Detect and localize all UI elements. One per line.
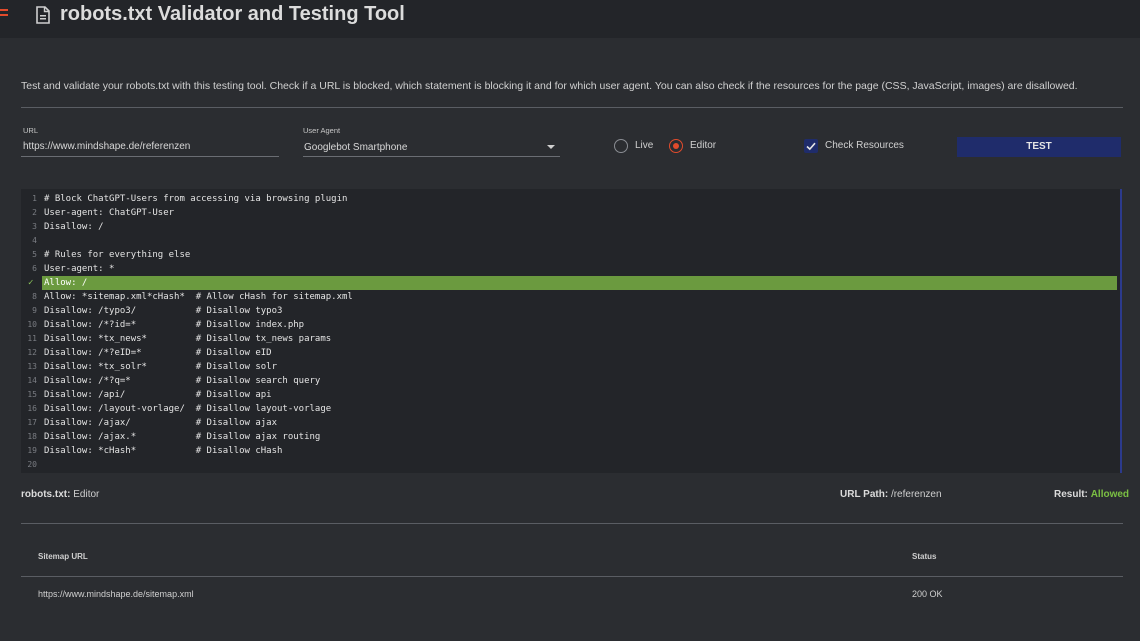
robots-source-value: Editor xyxy=(73,489,100,500)
line-number: 16 xyxy=(27,404,37,413)
editor-line[interactable]: 4 xyxy=(21,234,1120,248)
line-number: 13 xyxy=(27,362,37,371)
editor-line[interactable]: 10 Disallow: /*?id=* # Disallow index.php xyxy=(21,318,1120,332)
sitemap-url-cell[interactable]: https://www.mindshape.de/sitemap.xml xyxy=(38,589,194,599)
url-path-value: /referenzen xyxy=(890,489,942,500)
editor-line[interactable]: 5 # Rules for everything else xyxy=(21,248,1120,262)
top-bar: robots.txt Validator and Testing Tool xyxy=(0,0,1140,38)
test-result: Result: Allowed xyxy=(1054,489,1129,500)
url-input[interactable]: https://www.mindshape.de/referenzen xyxy=(23,141,190,152)
line-number: 15 xyxy=(27,390,37,399)
editor-line[interactable]: 18 Disallow: /ajax.* # Disallow ajax rout… xyxy=(21,430,1120,444)
editor-line[interactable]: 17 Disallow: /ajax/ # Disallow ajax xyxy=(21,416,1120,430)
page-title: robots.txt Validator and Testing Tool xyxy=(60,3,405,25)
user-agent-label: User Agent xyxy=(303,126,341,135)
line-number: 11 xyxy=(27,334,37,343)
line-number: 12 xyxy=(27,348,37,357)
line-code[interactable]: Allow: *sitemap.xml*cHash* # Allow cHash… xyxy=(44,290,353,304)
radio-live[interactable] xyxy=(614,139,628,153)
menu-icon[interactable] xyxy=(0,9,8,21)
line-number: 3 xyxy=(32,222,37,231)
robots-txt-editor[interactable]: 1 # Block ChatGPT-Users from accessing vi… xyxy=(21,189,1122,473)
line-number: 18 xyxy=(27,432,37,441)
editor-line[interactable]: 19 Disallow: *cHash* # Disallow cHash xyxy=(21,444,1120,458)
column-header-sitemap-url: Sitemap URL xyxy=(38,552,88,561)
editor-line[interactable]: 13 Disallow: *tx_solr* # Disallow solr xyxy=(21,360,1120,374)
line-number: 20 xyxy=(27,460,37,469)
url-path: URL Path: /referenzen xyxy=(840,489,942,500)
column-header-status: Status xyxy=(912,552,937,561)
line-number: 1 xyxy=(32,194,37,203)
test-result-label: Result: xyxy=(1054,489,1088,500)
editor-line[interactable]: ✓ Allow: / xyxy=(21,276,1120,290)
line-code[interactable]: User-agent: ChatGPT-User xyxy=(44,206,174,220)
line-number: 8 xyxy=(32,292,37,301)
page-description: Test and validate your robots.txt with t… xyxy=(21,80,1078,92)
line-number: 17 xyxy=(27,418,37,427)
editor-line[interactable]: 2 User-agent: ChatGPT-User xyxy=(21,206,1120,220)
line-code[interactable]: User-agent: * xyxy=(44,262,114,276)
user-agent-select[interactable]: Googlebot Smartphone xyxy=(304,142,407,153)
table-header-divider xyxy=(21,576,1123,577)
robots-source: robots.txt: Editor xyxy=(21,489,99,500)
line-number: 2 xyxy=(32,208,37,217)
url-input-underline xyxy=(21,156,279,157)
editor-line[interactable]: 3 Disallow: / xyxy=(21,220,1120,234)
radio-editor[interactable] xyxy=(669,139,683,153)
url-path-label: URL Path: xyxy=(840,489,889,500)
line-number: 19 xyxy=(27,446,37,455)
divider xyxy=(21,523,1123,524)
line-number: 6 xyxy=(32,264,37,273)
robots-source-label: robots.txt: xyxy=(21,489,71,500)
divider xyxy=(21,107,1123,108)
line-number: 10 xyxy=(27,320,37,329)
editor-line[interactable]: 11 Disallow: *tx_news* # Disallow tx_news… xyxy=(21,332,1120,346)
radio-live-label[interactable]: Live xyxy=(635,140,653,151)
editor-line[interactable]: 8 Allow: *sitemap.xml*cHash* # Allow cHas… xyxy=(21,290,1120,304)
editor-line[interactable]: 1 # Block ChatGPT-Users from accessing vi… xyxy=(21,192,1120,206)
line-code[interactable]: Disallow: /ajax.* # Disallow ajax routin… xyxy=(44,430,320,444)
radio-editor-label[interactable]: Editor xyxy=(690,140,716,151)
check-resources-checkbox[interactable] xyxy=(804,139,818,153)
line-code[interactable]: # Rules for everything else xyxy=(44,248,190,262)
line-code[interactable]: Disallow: /layout-vorlage/ # Disallow la… xyxy=(44,402,331,416)
line-code[interactable]: Disallow: /*?q=* # Disallow search query xyxy=(44,374,320,388)
test-button[interactable]: TEST xyxy=(957,137,1121,157)
line-code[interactable]: Disallow: /*?eID=* # Disallow eID xyxy=(44,346,272,360)
status-badge: Allowed xyxy=(1090,489,1130,500)
chevron-down-icon[interactable] xyxy=(547,145,555,149)
line-number: 14 xyxy=(27,376,37,385)
editor-line[interactable]: 6 User-agent: * xyxy=(21,262,1120,276)
editor-line[interactable]: 14 Disallow: /*?q=* # Disallow search que… xyxy=(21,374,1120,388)
file-icon xyxy=(36,6,50,24)
line-number: 5 xyxy=(32,250,37,259)
sitemap-status-cell: 200 OK xyxy=(912,589,943,599)
check-resources-label[interactable]: Check Resources xyxy=(825,140,904,151)
line-code[interactable]: Disallow: *cHash* # Disallow cHash xyxy=(44,444,282,458)
line-code[interactable]: Disallow: / xyxy=(44,220,104,234)
line-code[interactable]: Disallow: /*?id=* # Disallow index.php xyxy=(44,318,304,332)
line-code[interactable]: Disallow: *tx_solr* # Disallow solr xyxy=(44,360,277,374)
editor-line[interactable]: 12 Disallow: /*?eID=* # Disallow eID xyxy=(21,346,1120,360)
line-code[interactable]: Disallow: /ajax/ # Disallow ajax xyxy=(44,416,277,430)
checkmark-icon xyxy=(806,142,816,151)
editor-line[interactable]: 16 Disallow: /layout-vorlage/ # Disallow … xyxy=(21,402,1120,416)
url-label: URL xyxy=(23,126,39,135)
line-code[interactable]: Disallow: /typo3/ # Disallow typo3 xyxy=(44,304,282,318)
line-code[interactable]: Disallow: *tx_news* # Disallow tx_news p… xyxy=(44,332,331,346)
match-check-icon: ✓ xyxy=(28,278,34,288)
line-number: 9 xyxy=(32,306,37,315)
editor-line[interactable]: 9 Disallow: /typo3/ # Disallow typo3 xyxy=(21,304,1120,318)
editor-line[interactable]: 15 Disallow: /api/ # Disallow api xyxy=(21,388,1120,402)
line-code[interactable]: # Block ChatGPT-Users from accessing via… xyxy=(44,192,347,206)
editor-line[interactable]: 20 xyxy=(21,458,1120,472)
line-code[interactable]: Allow: / xyxy=(42,276,1117,290)
user-agent-underline xyxy=(303,156,560,157)
line-number: 4 xyxy=(32,236,37,245)
line-code[interactable]: Disallow: /api/ # Disallow api xyxy=(44,388,272,402)
